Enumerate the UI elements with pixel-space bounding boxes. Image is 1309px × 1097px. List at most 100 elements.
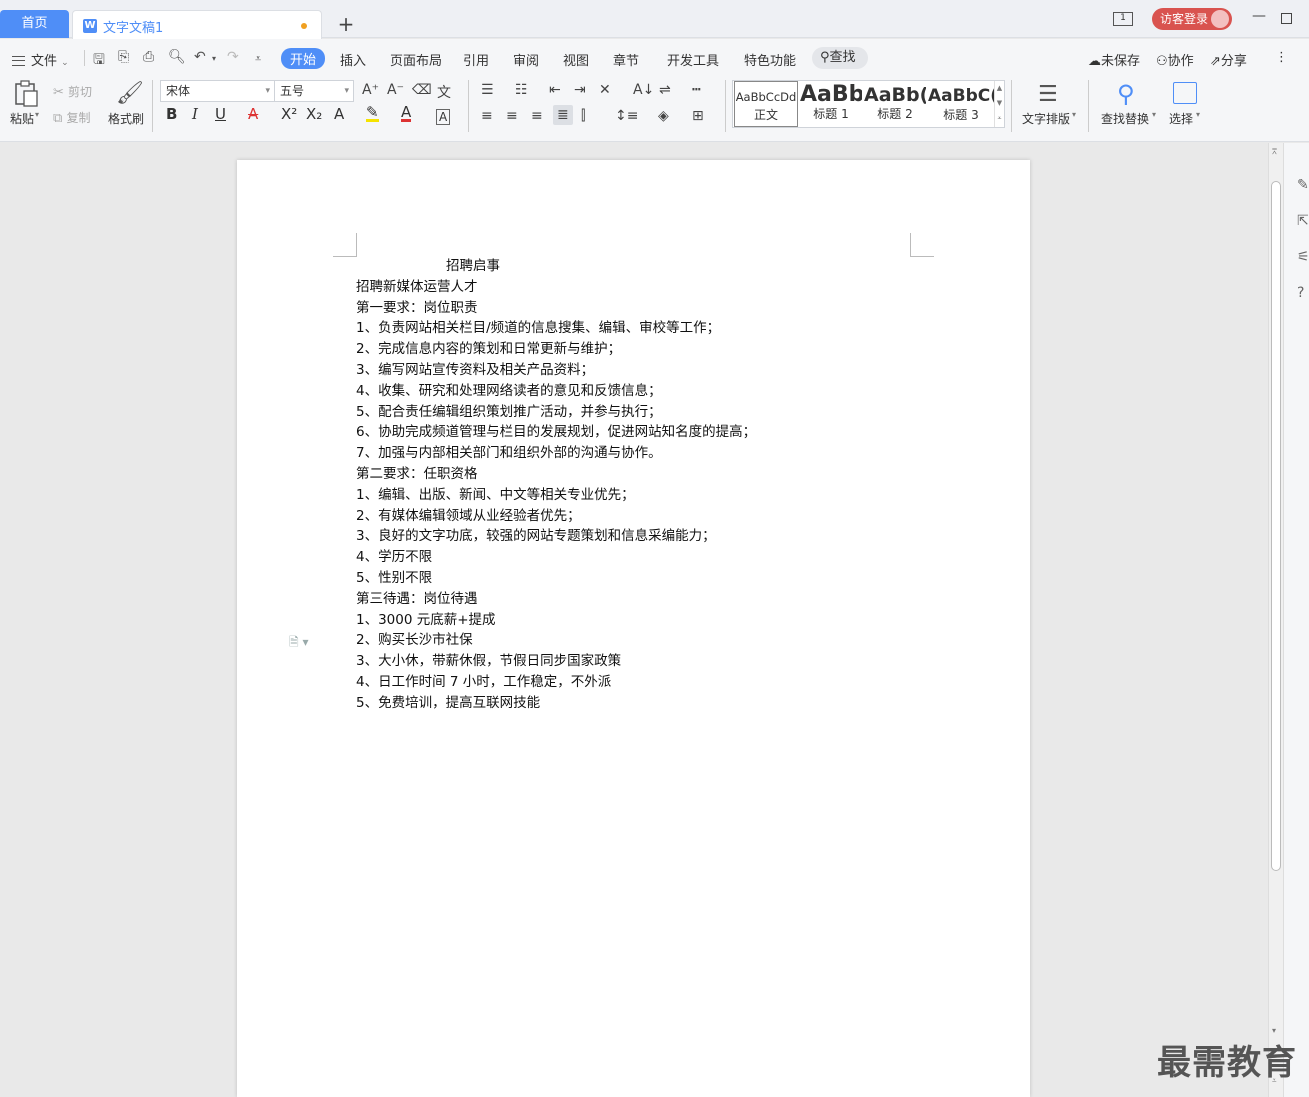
paste-label[interactable]: 粘贴	[10, 110, 34, 127]
format-painter-icon[interactable]: 🖌︎	[116, 81, 144, 106]
shading-icon[interactable]: ◈	[658, 108, 669, 124]
char-border-icon[interactable]: A	[436, 109, 451, 125]
tab-home[interactable]: 首页	[0, 10, 69, 38]
document-line[interactable]: 4、学历不限	[356, 547, 916, 568]
minimize-button[interactable]: —	[1252, 8, 1266, 24]
text-layout-icon[interactable]: ☰	[1038, 82, 1058, 107]
document-line[interactable]: 第三待遇：岗位待遇	[356, 589, 916, 610]
style-normal[interactable]: AaBbCcDd 正文	[734, 81, 798, 127]
align-center-icon[interactable]: ≡	[506, 108, 518, 124]
font-size-select[interactable]: 五号	[274, 80, 354, 102]
select-label[interactable]: 选择	[1169, 110, 1193, 127]
numbered-list-icon[interactable]: ☷	[515, 82, 528, 98]
new-tab-button[interactable]: +	[336, 12, 356, 36]
tab-references[interactable]: 引用	[463, 50, 489, 69]
undo-icon[interactable]: ↶	[194, 49, 206, 65]
scroll-thumb[interactable]	[1271, 181, 1281, 871]
strikethrough-icon[interactable]: A	[248, 105, 258, 123]
style-heading-1[interactable]: AaBb 标题 1	[800, 81, 862, 127]
increase-font-icon[interactable]: A⁺	[362, 82, 379, 98]
text-layout-label[interactable]: 文字排版	[1022, 110, 1070, 127]
tab-review[interactable]: 审阅	[513, 50, 539, 69]
document-line[interactable]: 2、完成信息内容的策划和日常更新与维护；	[356, 339, 916, 360]
style-heading-2[interactable]: AaBb( 标题 2	[864, 81, 926, 127]
tab-developer[interactable]: 开发工具	[667, 50, 719, 69]
highlight-icon[interactable]: ✎	[366, 105, 379, 122]
distribute-icon[interactable]: ⫿	[581, 108, 585, 124]
text-effect-icon[interactable]: A	[334, 105, 344, 123]
borders-icon[interactable]: ⊞	[692, 108, 704, 124]
select-icon[interactable]	[1173, 82, 1197, 104]
sort-icon[interactable]: A↓	[633, 82, 654, 98]
window-count-badge[interactable]: 1	[1113, 12, 1133, 26]
document-title[interactable]: 招聘启事	[356, 256, 916, 277]
tab-start[interactable]: 开始	[281, 48, 326, 69]
document-line[interactable]: 5、免费培训，提高互联网技能	[356, 693, 916, 714]
collaborate-button[interactable]: ⚇协作	[1156, 50, 1194, 69]
line-spacing-icon[interactable]: ↕≡	[615, 108, 638, 124]
tab-insert[interactable]: 插入	[340, 50, 366, 69]
document-line[interactable]: 5、配合责任编辑组织策划推广活动，并参与执行；	[356, 402, 916, 423]
export-icon[interactable]: ⎘	[118, 49, 129, 65]
superscript-icon[interactable]: X²	[281, 105, 297, 123]
align-left-icon[interactable]: ≡	[481, 108, 493, 124]
decrease-font-icon[interactable]: A⁻	[387, 82, 404, 98]
tab-view[interactable]: 视图	[563, 50, 589, 69]
document-line[interactable]: 第一要求：岗位职责	[356, 298, 916, 319]
maximize-button[interactable]	[1281, 13, 1292, 24]
document-body[interactable]: 招聘启事 招聘新媒体运营人才 第一要求：岗位职责 1、负责网站相关栏目/频道的信息搜集…	[356, 256, 916, 714]
paste-dropdown-icon[interactable]: ▾	[35, 110, 39, 119]
settings-icon[interactable]: ⚟	[1297, 249, 1309, 265]
italic-icon[interactable]: I	[192, 105, 198, 123]
document-line[interactable]: 4、日工作时间 7 小时，工作稳定，不外派	[356, 672, 916, 693]
document-line[interactable]: 3、编写网站宣传资料及相关产品资料；	[356, 360, 916, 381]
find-replace-icon[interactable]: ⚲	[1117, 80, 1135, 108]
paragraph-menu-icon[interactable]: 🗎 ▾	[289, 633, 309, 654]
show-hide-marks-icon[interactable]: ⇌	[659, 82, 671, 98]
tab-section[interactable]: 章节	[613, 50, 639, 69]
document-line[interactable]: 7、加强与内部相关部门和组织外部的沟通与协作。	[356, 443, 916, 464]
font-name-select[interactable]: 宋体	[160, 80, 275, 102]
tab-document[interactable]: W 文字文稿1	[72, 10, 322, 39]
share-button[interactable]: ⇗分享	[1210, 50, 1247, 69]
copy-button[interactable]: ⧉ 复制	[53, 109, 90, 126]
cursor-icon[interactable]: ⇱	[1297, 213, 1309, 229]
document-line[interactable]: 2、购买长沙市社保	[356, 630, 916, 651]
align-right-icon[interactable]: ≡	[531, 108, 543, 124]
document-line[interactable]: 1、负责网站相关栏目/频道的信息搜集、编辑、审校等工作；	[356, 318, 916, 339]
print-preview-icon[interactable]: 🔍︎	[168, 49, 186, 65]
scroll-down-icon[interactable]: ▾	[1272, 1026, 1276, 1035]
more-icon[interactable]: ⋮	[1275, 50, 1288, 65]
tab-stops-icon[interactable]: ┅	[692, 82, 700, 98]
phonetic-guide-icon[interactable]: 文	[437, 82, 451, 102]
edit-icon[interactable]: ✎	[1297, 177, 1309, 193]
tab-special-features[interactable]: 特色功能	[744, 50, 796, 69]
document-line[interactable]: 4、收集、研究和处理网络读者的意见和反馈信息；	[356, 381, 916, 402]
document-line[interactable]: 3、良好的文字功底，较强的网站专题策划和信息采编能力；	[356, 526, 916, 547]
search-button[interactable]: ⚲查找	[812, 47, 868, 69]
save-icon[interactable]: 🖫	[93, 49, 105, 73]
cut-button[interactable]: ✂ 剪切	[53, 83, 92, 100]
bullet-list-icon[interactable]: ☰	[481, 82, 494, 98]
help-icon[interactable]: ?	[1297, 285, 1304, 301]
chinese-layout-icon[interactable]: ✕	[599, 82, 611, 98]
style-heading-3[interactable]: AaBbC( 标题 3	[928, 81, 994, 127]
increase-indent-icon[interactable]: ⇥	[574, 82, 586, 98]
document-page[interactable]: 招聘启事 招聘新媒体运营人才 第一要求：岗位职责 1、负责网站相关栏目/频道的信息搜集…	[237, 160, 1030, 1097]
format-painter-label[interactable]: 格式刷	[108, 110, 144, 127]
paste-button[interactable]	[14, 80, 40, 108]
chevron-down-icon[interactable]: ▾	[1196, 110, 1200, 119]
decrease-indent-icon[interactable]: ⇤	[549, 82, 561, 98]
chevron-down-icon[interactable]: ▾	[1152, 110, 1156, 119]
unsaved-button[interactable]: ☁未保存	[1088, 50, 1140, 69]
print-icon[interactable]: ⎙	[143, 49, 154, 65]
vertical-scrollbar[interactable]: ⩞ ▾ ⩡	[1268, 143, 1283, 1097]
undo-dropdown-icon[interactable]: ▾	[212, 54, 216, 63]
document-line[interactable]: 招聘新媒体运营人才	[356, 277, 916, 298]
font-color-icon[interactable]: A	[401, 105, 412, 122]
justify-icon[interactable]: ≣	[553, 105, 573, 125]
document-line[interactable]: 5、性别不限	[356, 568, 916, 589]
document-line[interactable]: 6、协助完成频道管理与栏目的发展规划，促进网站知名度的提高；	[356, 422, 916, 443]
underline-icon[interactable]: U	[215, 105, 226, 123]
bold-icon[interactable]: B	[166, 105, 177, 123]
